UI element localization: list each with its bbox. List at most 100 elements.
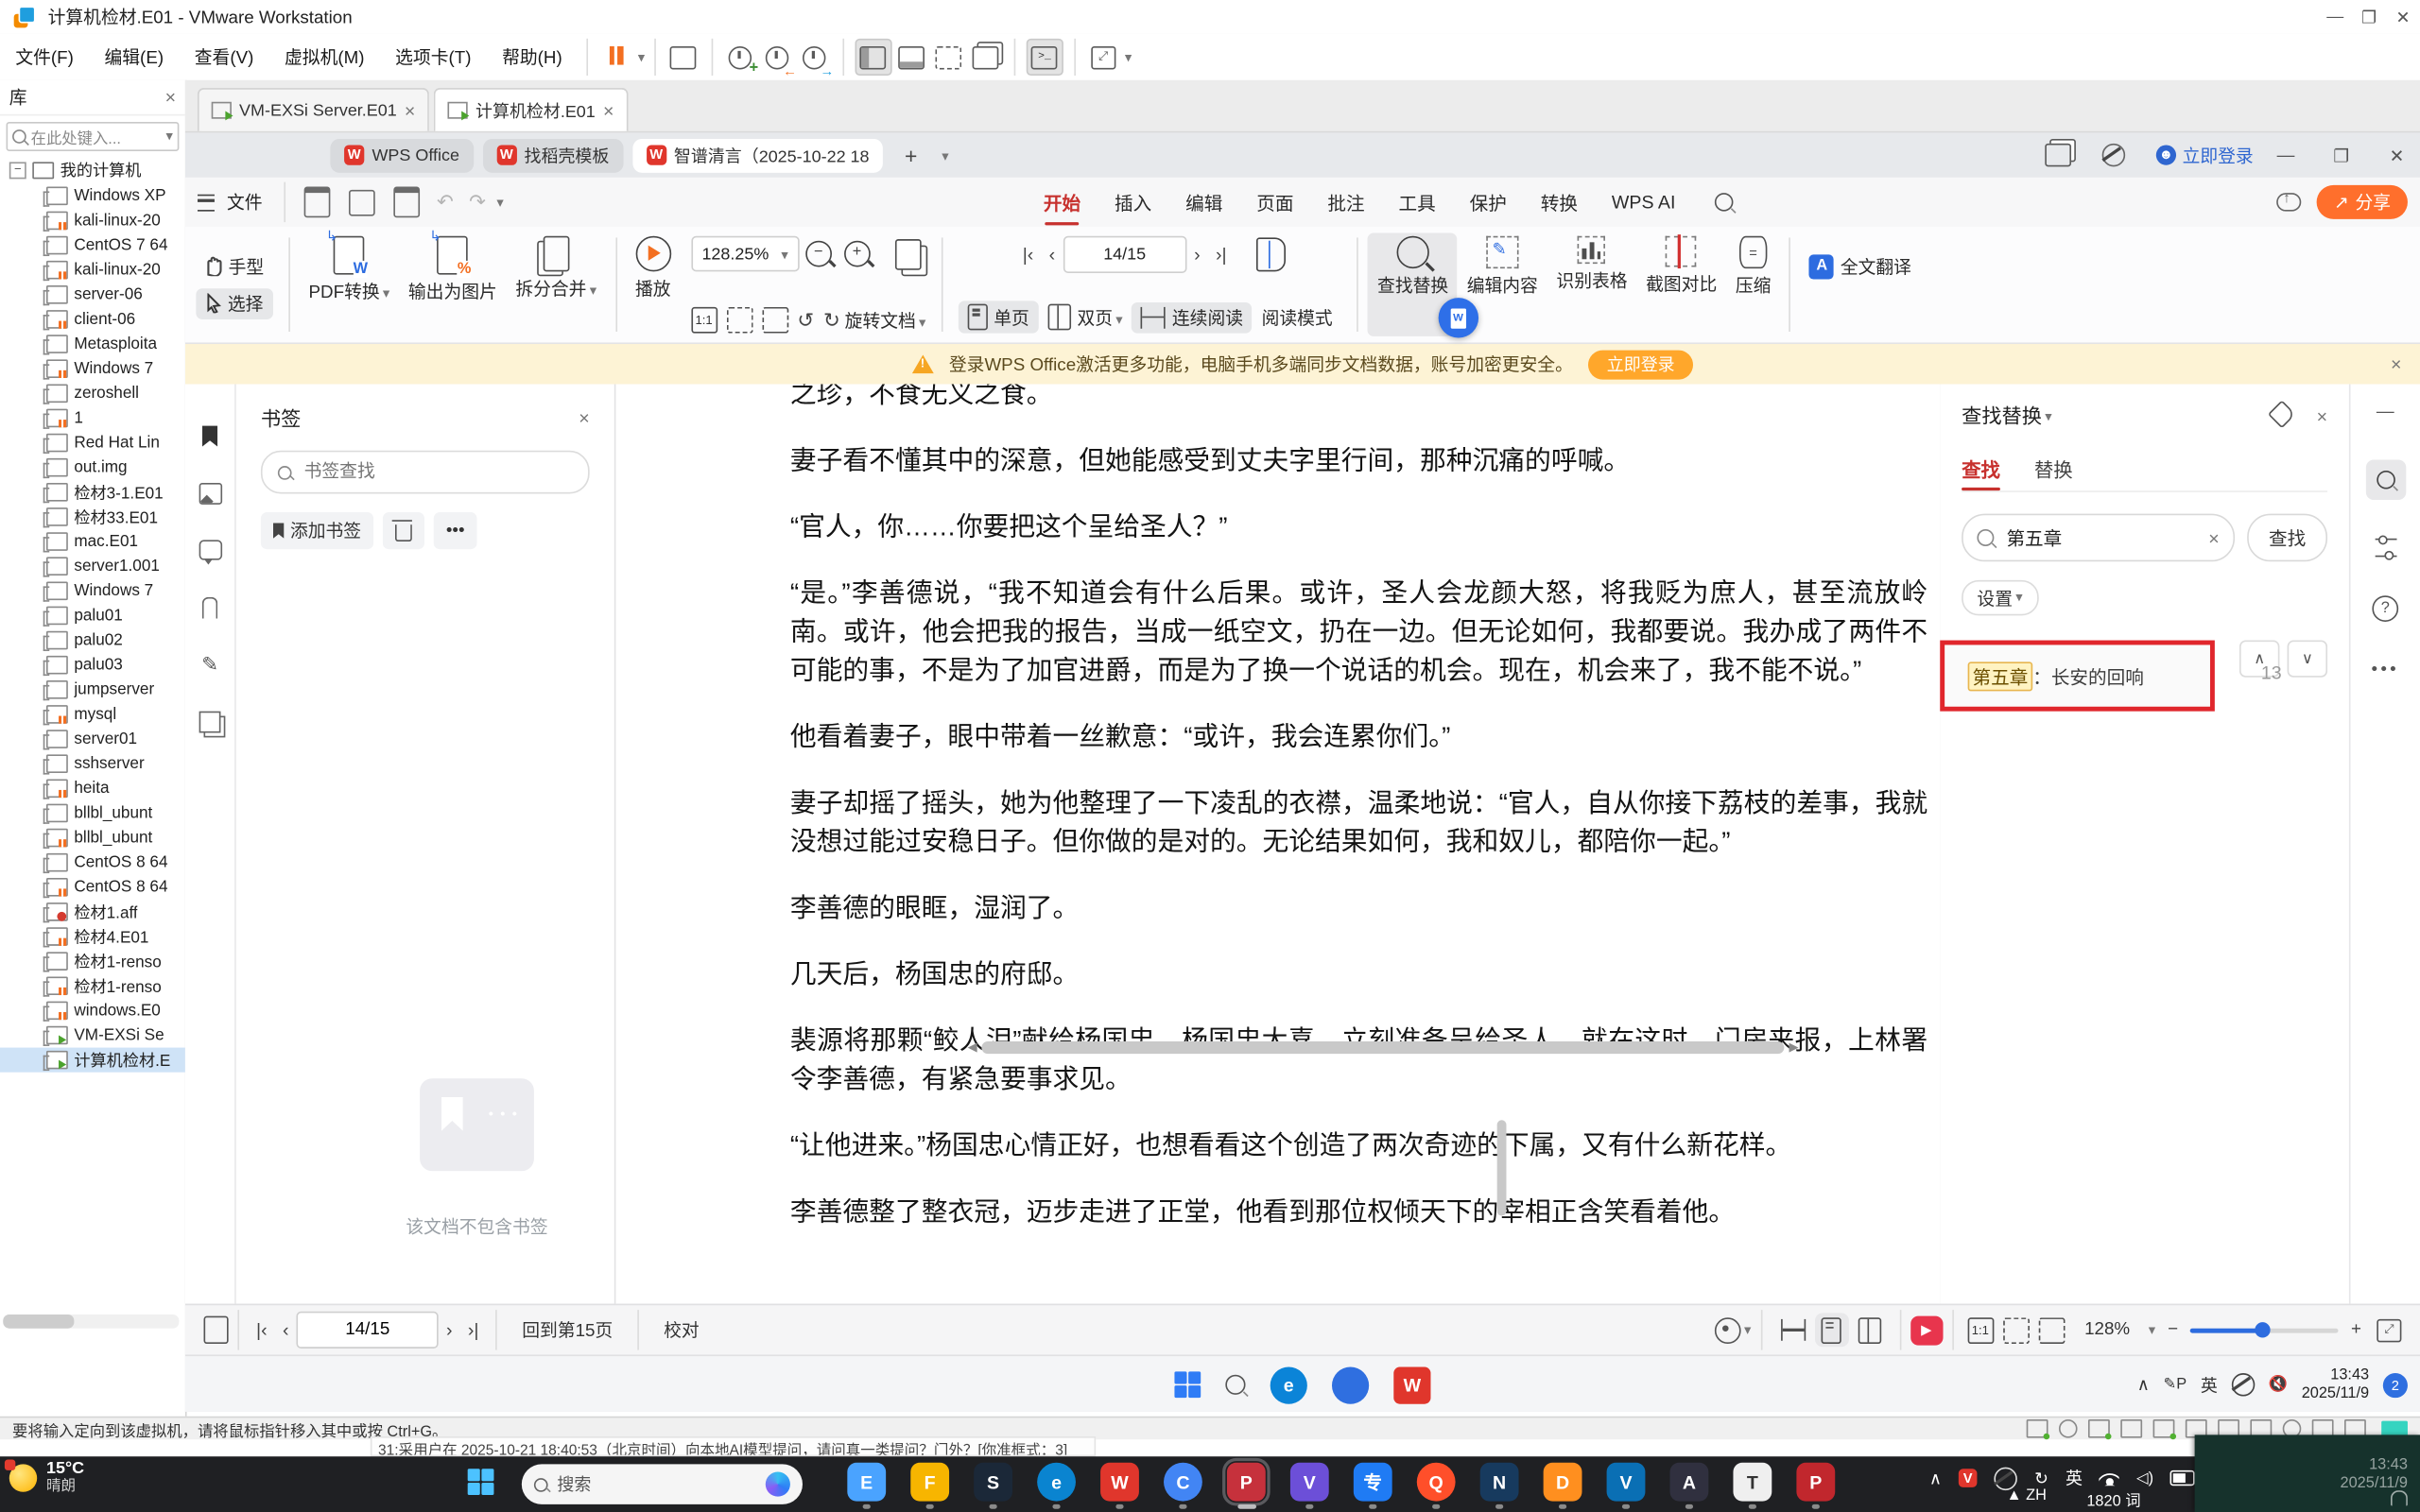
- zoom-in-button[interactable]: +: [2351, 1321, 2361, 1340]
- library-vm-item[interactable]: Red Hat Lin: [0, 431, 185, 455]
- library-close-icon[interactable]: [165, 86, 176, 108]
- pin-icon[interactable]: [2267, 400, 2296, 429]
- view-mode-icon[interactable]: [1715, 1316, 1741, 1344]
- hamburger-icon[interactable]: [197, 193, 215, 211]
- taskbar-app-icon[interactable]: P: [1222, 1457, 1270, 1509]
- menu-item[interactable]: 文件(F): [0, 49, 89, 68]
- compress-button[interactable]: = 压缩: [1726, 233, 1780, 336]
- single-page-icon[interactable]: [1814, 1313, 1849, 1348]
- send-ctrl-alt-del-button[interactable]: [666, 40, 700, 74]
- vm-wps-icon[interactable]: W: [1393, 1366, 1431, 1403]
- clear-query-icon[interactable]: [2208, 527, 2219, 549]
- more-icon[interactable]: •••: [2371, 661, 2399, 679]
- ribbon-tab[interactable]: 转换: [1524, 178, 1595, 227]
- library-vm-item[interactable]: 检材3-1.E01: [0, 480, 185, 505]
- new-tab-button[interactable]: +: [894, 138, 928, 172]
- ribbon-tab[interactable]: 批注: [1310, 178, 1381, 227]
- bookmark-more-button[interactable]: •••: [433, 512, 477, 550]
- library-vm-item[interactable]: mysql: [0, 702, 185, 727]
- taskbar-app-icon[interactable]: A: [1668, 1462, 1710, 1509]
- vm-edge-icon[interactable]: e: [1270, 1366, 1307, 1403]
- unity-mode-button[interactable]: [969, 40, 1003, 74]
- open-icon[interactable]: [303, 186, 331, 218]
- ribbon-tab[interactable]: 插入: [1098, 178, 1168, 227]
- library-vm-item[interactable]: mac.E01: [0, 529, 185, 554]
- fit-page-icon[interactable]: [2002, 1316, 2030, 1344]
- tree-root-my-computer[interactable]: − 我的计算机: [0, 158, 185, 184]
- double-page-button[interactable]: 双页: [1039, 301, 1132, 333]
- vertical-scrollbar[interactable]: [1495, 385, 1508, 1292]
- show-library-button[interactable]: [855, 38, 892, 76]
- menu-item[interactable]: 帮助(H): [487, 49, 578, 68]
- console-view-button[interactable]: >_: [1026, 38, 1063, 76]
- library-vm-item[interactable]: 检材1.aff: [0, 900, 185, 924]
- last-page-icon[interactable]: ›|: [1216, 244, 1227, 266]
- taskbar-app-icon[interactable]: V: [1605, 1462, 1647, 1509]
- vm-network-off-icon[interactable]: [2231, 1373, 2255, 1397]
- ribbon-tab[interactable]: 保护: [1453, 178, 1524, 227]
- actual-size-icon[interactable]: 1:1: [1966, 1316, 1994, 1344]
- zoom-select[interactable]: 128.25%: [691, 235, 800, 272]
- library-vm-item[interactable]: 检材33.E01: [0, 505, 185, 529]
- last-page-icon[interactable]: ›|: [468, 1319, 479, 1341]
- vm-ime-indicator[interactable]: 英: [2201, 1372, 2218, 1397]
- tab-list-caret-icon[interactable]: [939, 146, 949, 164]
- host-zh-indicator[interactable]: ▲ ZH: [2006, 1487, 2046, 1504]
- taskbar-app-icon[interactable]: P: [1795, 1462, 1837, 1509]
- taskbar-app-icon[interactable]: T: [1732, 1462, 1773, 1509]
- host-wps-tray-icon[interactable]: V: [1958, 1469, 1978, 1487]
- find-query-box[interactable]: [1962, 513, 2236, 562]
- library-vm-item[interactable]: server-06: [0, 283, 185, 307]
- library-vm-item[interactable]: 1: [0, 405, 185, 430]
- hdd-status-icon[interactable]: [2026, 1419, 2050, 1440]
- attachment-panel-icon[interactable]: [199, 595, 221, 618]
- show-thumbnail-bar-button[interactable]: [895, 40, 929, 74]
- library-vm-item[interactable]: kali-linux-20: [0, 208, 185, 232]
- qat-caret-icon[interactable]: [493, 193, 504, 212]
- page-indicator-input[interactable]: [296, 1311, 439, 1349]
- library-vm-item[interactable]: windows.E0: [0, 998, 185, 1022]
- prev-page-icon[interactable]: ‹: [283, 1319, 289, 1341]
- share-button[interactable]: ↗ 分享: [2317, 184, 2408, 219]
- library-vm-item[interactable]: 检材4.E01: [0, 924, 185, 949]
- wifi-icon[interactable]: [2099, 1470, 2120, 1486]
- vm-tab-close-icon[interactable]: [405, 99, 415, 121]
- library-vm-item[interactable]: bllbl_ubunt: [0, 825, 185, 850]
- continuous-icon[interactable]: [1780, 1318, 1806, 1341]
- library-vm-item[interactable]: VM-EXSi Se: [0, 1022, 185, 1047]
- sound-status-icon[interactable]: [2152, 1419, 2177, 1440]
- redo-icon[interactable]: ↷: [469, 190, 486, 215]
- cdrom-status-icon[interactable]: [2058, 1419, 2078, 1438]
- library-vm-item[interactable]: Windows XP: [0, 183, 185, 208]
- library-vm-item[interactable]: heita: [0, 776, 185, 800]
- snapshot-manager-button[interactable]: [798, 40, 834, 77]
- next-result-button[interactable]: ∨: [2287, 640, 2328, 678]
- hand-tool-button[interactable]: 手型: [195, 250, 273, 282]
- screenshot-compare-button[interactable]: 截图对比: [1636, 233, 1726, 336]
- menu-item[interactable]: 编辑(E): [89, 49, 179, 68]
- vm-app-icon[interactable]: [1331, 1366, 1370, 1403]
- next-page-icon[interactable]: ›: [1194, 244, 1201, 266]
- fit-guest-button[interactable]: ⤢: [1086, 40, 1120, 74]
- bookmark-search[interactable]: [260, 450, 590, 494]
- panel-collapse-icon[interactable]: —: [2377, 403, 2394, 421]
- taskbar-app-icon[interactable]: N: [1478, 1462, 1520, 1509]
- prev-page-icon[interactable]: ‹: [1049, 244, 1056, 266]
- zoom-slider[interactable]: [2190, 1321, 2339, 1337]
- zoom-out-button[interactable]: −: [2168, 1321, 2178, 1340]
- ribbon-search-icon[interactable]: [1714, 193, 1733, 212]
- first-page-icon[interactable]: |‹: [256, 1319, 268, 1341]
- horizontal-scrollbar[interactable]: ◀ ▶: [968, 1040, 1941, 1054]
- next-page-icon[interactable]: ›: [446, 1319, 453, 1341]
- fit-caret-icon[interactable]: [1122, 48, 1132, 67]
- settings-sliders-icon[interactable]: [2374, 535, 2396, 560]
- taskbar-app-icon[interactable]: E: [846, 1462, 888, 1509]
- library-vm-item[interactable]: Windows 7: [0, 356, 185, 381]
- search-side-icon[interactable]: [2365, 459, 2406, 500]
- window-minimize-button[interactable]: —: [2318, 8, 2352, 26]
- host-tray-chevron-icon[interactable]: ∧: [1929, 1468, 1942, 1488]
- wps-maximize-button[interactable]: ❐: [2318, 145, 2364, 166]
- library-vm-item[interactable]: palu01: [0, 603, 185, 627]
- play-slideshow-button[interactable]: ▶: [1910, 1314, 1943, 1345]
- rotate-doc-button[interactable]: 旋转文档: [845, 308, 926, 333]
